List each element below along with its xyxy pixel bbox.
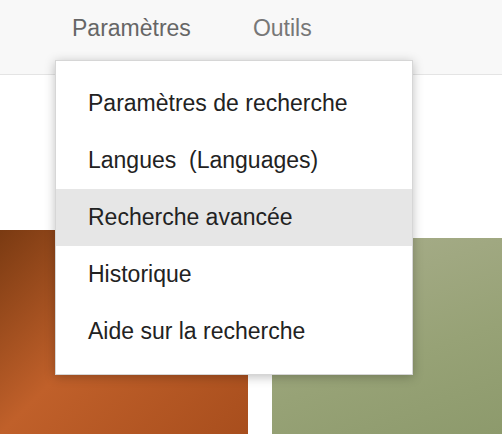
menu-item[interactable]: Historique	[56, 246, 412, 303]
menu-item[interactable]: Langues (Languages)	[56, 132, 412, 189]
menu-item[interactable]: Paramètres de recherche	[56, 75, 412, 132]
toolbar-item[interactable]: Paramètres	[72, 12, 191, 44]
toolbar-item[interactable]: Outils	[253, 12, 312, 44]
menu-item[interactable]: Aide sur la recherche	[56, 303, 412, 360]
page: Paramètres Outils Paramètres de rechercheL…	[0, 0, 502, 434]
dropdown-menu: Paramètres de rechercheLangues (Language…	[55, 60, 413, 375]
menu-item[interactable]: Recherche avancée	[56, 189, 412, 246]
